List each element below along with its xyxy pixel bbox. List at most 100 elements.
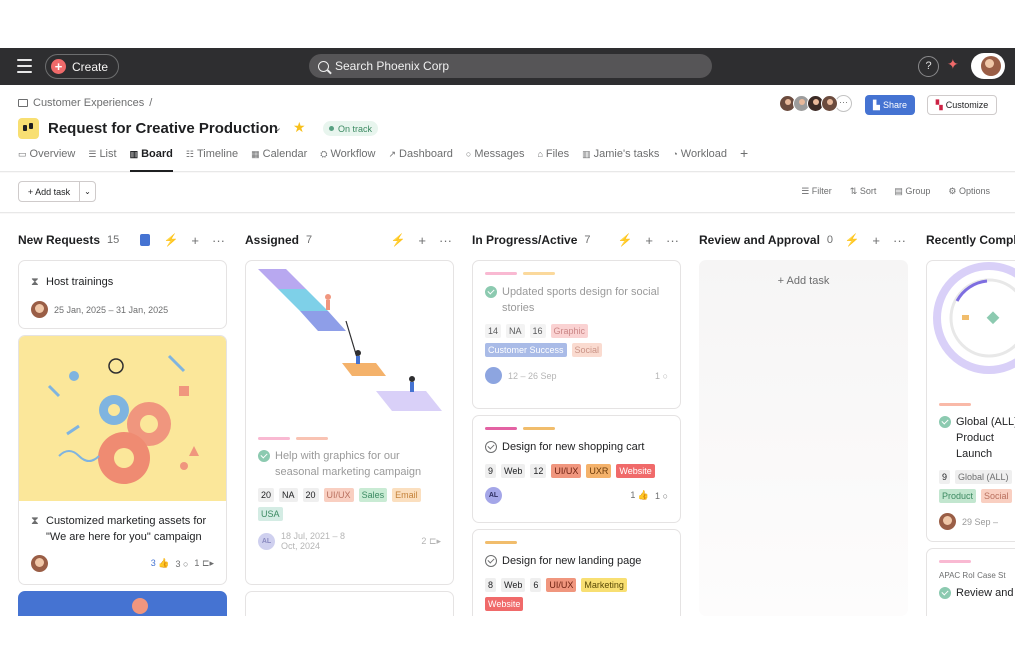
- breadcrumb[interactable]: Customer Experiences /: [18, 97, 152, 109]
- likes-count[interactable]: 3 👍: [151, 558, 170, 569]
- star-icon[interactable]: ★: [293, 119, 306, 136]
- tag: 12: [530, 464, 547, 478]
- avatar[interactable]: [939, 513, 956, 530]
- status-badge[interactable]: On track: [323, 121, 379, 136]
- comments-count[interactable]: 3 ○: [175, 559, 188, 569]
- tab-workflow[interactable]: ⛭ Workflow: [320, 148, 375, 172]
- dashboard-icon: ↗: [388, 149, 397, 159]
- task-card[interactable]: Design for new shopping cart 9 Web 12 UI…: [472, 415, 681, 523]
- ai-sparkle-icon[interactable]: ✦: [947, 56, 959, 73]
- assignee-avatar[interactable]: AL: [485, 487, 502, 504]
- tag-list: 20 NA 20 UI/UX Sales Email USA: [258, 488, 441, 521]
- lightning-icon[interactable]: ⚡: [163, 233, 178, 247]
- comments-count[interactable]: 1 ○: [655, 371, 668, 381]
- avatar[interactable]: [31, 301, 48, 318]
- task-card[interactable]: Updated sports design for social stories…: [472, 260, 681, 409]
- board: New Requests 15 ⚡ + ··· ⧗ Host trainings …: [0, 214, 1015, 616]
- subtasks-count[interactable]: 2 ⊏▸: [421, 536, 441, 547]
- check-icon[interactable]: [485, 441, 497, 453]
- task-card[interactable]: Global (ALL) Product Launch 9 Global (AL…: [926, 260, 1015, 542]
- add-task-button[interactable]: + Add task ⌄: [18, 181, 96, 202]
- completed-check-icon[interactable]: [258, 450, 270, 462]
- tab-label: Files: [545, 148, 570, 160]
- add-tab-button[interactable]: +: [740, 145, 748, 169]
- customize-button[interactable]: ▚ Customize: [927, 95, 997, 115]
- form-icon[interactable]: [140, 234, 151, 246]
- assignee-avatar[interactable]: AL: [258, 532, 275, 550]
- tab-jamies-tasks[interactable]: ▥ Jamie's tasks: [582, 148, 659, 172]
- help-button[interactable]: ?: [918, 56, 939, 77]
- column-header[interactable]: Recently Comple: [926, 230, 1015, 250]
- comments-value: 1: [655, 370, 661, 381]
- task-card[interactable]: Design for new landing page 8 Web 6 UI/U…: [472, 529, 681, 616]
- breadcrumb-separator: /: [149, 97, 153, 109]
- page-title: Request for Creative Production: [48, 120, 279, 137]
- task-title: APAC RoI Case St: [939, 571, 1006, 580]
- completed-check-icon[interactable]: [939, 416, 951, 428]
- lightning-icon[interactable]: ⚡: [844, 233, 859, 247]
- tag: Website: [616, 464, 655, 478]
- completed-check-icon[interactable]: [485, 286, 497, 298]
- more-options-icon[interactable]: ···: [893, 233, 906, 248]
- more-options-icon[interactable]: ···: [212, 233, 225, 248]
- account-avatar-button[interactable]: [971, 53, 1005, 79]
- sort-button[interactable]: ⇅ Sort: [850, 186, 877, 197]
- tag: UI/UX: [546, 578, 577, 592]
- tab-dashboard[interactable]: ↗ Dashboard: [389, 148, 453, 172]
- tab-files[interactable]: ⌂ Files: [537, 148, 569, 172]
- add-card-icon[interactable]: +: [872, 233, 880, 248]
- avatar[interactable]: [31, 555, 48, 572]
- tab-board[interactable]: ▥ Board: [129, 148, 173, 172]
- add-card-icon[interactable]: +: [645, 233, 653, 248]
- tag: 20: [258, 488, 275, 502]
- add-card-icon[interactable]: +: [191, 233, 199, 248]
- add-task-button[interactable]: + Add task: [699, 275, 908, 287]
- column-header[interactable]: In Progress/Active 7 ⚡ + ···: [472, 230, 682, 250]
- task-card[interactable]: ⧗ Customized marketing assets for "We are…: [18, 335, 227, 585]
- likes-count[interactable]: 1 👍: [630, 490, 649, 501]
- more-options-icon[interactable]: ···: [666, 233, 679, 248]
- tag-list: 14 NA 16 Graphic Customer Success Social: [485, 324, 668, 357]
- member-avatars[interactable]: ···: [779, 95, 852, 112]
- filter-button[interactable]: ☰ Filter: [801, 186, 832, 197]
- column-header[interactable]: Review and Approval 0 ⚡ + ···: [699, 230, 909, 250]
- tab-calendar[interactable]: ▦ Calendar: [251, 148, 307, 172]
- subtasks-value: 2: [421, 535, 427, 546]
- group-button[interactable]: ▤ Group: [894, 186, 930, 197]
- create-button[interactable]: + Create: [45, 54, 120, 79]
- tab-label: List: [99, 148, 117, 160]
- menu-icon[interactable]: [17, 59, 32, 73]
- column-title: Recently Comple: [926, 233, 1015, 247]
- tab-overview[interactable]: ▭ Overview: [18, 148, 75, 172]
- add-card-icon[interactable]: +: [418, 233, 426, 248]
- sort-label: Sort: [859, 186, 877, 196]
- column-header[interactable]: New Requests 15 ⚡ + ···: [18, 230, 228, 250]
- search-placeholder: Search Phoenix Corp: [335, 59, 450, 73]
- avatar[interactable]: [485, 367, 502, 384]
- tab-workload[interactable]: ◔ Workload: [672, 148, 727, 172]
- completed-check-icon[interactable]: [939, 587, 951, 599]
- chevron-down-icon[interactable]: ⌄: [273, 121, 282, 134]
- tab-timeline[interactable]: ☷ Timeline: [186, 148, 238, 172]
- task-card[interactable]: Help with graphics for our seasonal mark…: [245, 260, 454, 585]
- lightning-icon[interactable]: ⚡: [617, 233, 632, 247]
- task-card[interactable]: APAC RoI Case St Review and: [926, 548, 1015, 616]
- tag: Marketing: [581, 578, 627, 592]
- search-input[interactable]: Search Phoenix Corp: [309, 54, 712, 78]
- subtasks-count[interactable]: 1 ⊏▸: [194, 558, 214, 569]
- share-button[interactable]: ▙ Share: [865, 95, 915, 115]
- tab-messages[interactable]: ○ Messages: [466, 148, 525, 172]
- more-options-icon[interactable]: ···: [439, 233, 452, 248]
- task-card[interactable]: [18, 591, 227, 616]
- task-card[interactable]: ⧗ Host trainings 25 Jan, 2025 – 31 Jan, 2…: [18, 260, 227, 329]
- column-header[interactable]: Assigned 7 ⚡ + ···: [245, 230, 455, 250]
- tab-list[interactable]: ☰ List: [88, 148, 116, 172]
- staircase-illustration: [258, 269, 442, 411]
- lightning-icon[interactable]: ⚡: [390, 233, 405, 247]
- options-button[interactable]: ⚙ Options: [948, 186, 990, 197]
- task-card[interactable]: [245, 591, 454, 616]
- comments-count[interactable]: 1 ○: [655, 491, 668, 501]
- due-date: 29 Sep –: [962, 516, 999, 527]
- chevron-down-icon[interactable]: ⌄: [80, 182, 95, 201]
- check-icon[interactable]: [485, 555, 497, 567]
